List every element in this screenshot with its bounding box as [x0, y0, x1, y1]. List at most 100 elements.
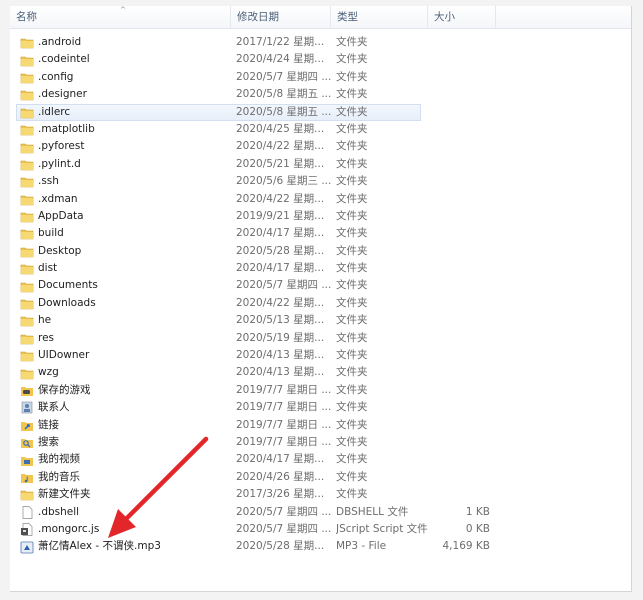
file-name: .ssh: [38, 175, 59, 188]
file-row[interactable]: .pylint.d 2020/5/21 星期... 文件夹: [10, 156, 631, 173]
file-name: Downloads: [38, 296, 96, 309]
file-name-cell[interactable]: 我的音乐: [20, 469, 230, 486]
file-row[interactable]: 我的音乐 2020/4/26 星期... 文件夹: [10, 469, 631, 486]
file-name-cell[interactable]: 联系人: [20, 399, 230, 416]
file-name-cell[interactable]: .ssh: [20, 173, 230, 190]
file-type: 文件夹: [336, 175, 368, 188]
file-type: MP3 - File: [336, 540, 387, 553]
file-name-cell[interactable]: .xdman: [20, 191, 230, 208]
file-row[interactable]: 新建文件夹 2017/3/26 星期... 文件夹: [10, 486, 631, 503]
file-name-cell[interactable]: Desktop: [20, 243, 230, 260]
folder-icon: [20, 193, 34, 206]
file-name-cell[interactable]: wzg: [20, 364, 230, 381]
file-date: 2020/4/13 星期...: [236, 366, 325, 379]
file-name: dist: [38, 262, 58, 275]
file-row[interactable]: UIDowner 2020/4/13 星期... 文件夹: [10, 347, 631, 364]
searches-icon: [20, 436, 34, 449]
column-header-type[interactable]: 类型: [331, 6, 428, 28]
column-header-date[interactable]: 修改日期: [231, 6, 331, 28]
file-row[interactable]: 我的视频 2020/4/17 星期... 文件夹: [10, 451, 631, 468]
file-name-cell[interactable]: .idlerc: [20, 104, 230, 121]
file-name-cell[interactable]: dist: [20, 260, 230, 277]
file-explorer-window: ^ 名称 修改日期 类型 大小 .android 2017/1/22 星期...…: [10, 6, 632, 592]
folder-icon: [20, 367, 34, 380]
folder-icon: [20, 349, 34, 362]
file-name: 联系人: [38, 401, 70, 414]
file-date: 2020/5/7 星期四 ...: [236, 522, 332, 535]
folder-icon: [20, 88, 34, 101]
column-header-name[interactable]: 名称: [10, 6, 231, 28]
file-row[interactable]: .codeintel 2020/4/24 星期... 文件夹: [10, 51, 631, 68]
file-row[interactable]: Documents 2020/5/7 星期四 ... 文件夹: [10, 277, 631, 294]
file-name-cell[interactable]: he: [20, 312, 230, 329]
file-name: res: [38, 331, 55, 344]
file-type: JScript Script 文件: [336, 522, 428, 535]
file-type: 文件夹: [336, 383, 368, 396]
file-name-cell[interactable]: .dbshell: [20, 504, 230, 521]
file-type: 文件夹: [336, 262, 368, 275]
file-row[interactable]: 链接 2019/7/7 星期日 ... 文件夹: [10, 417, 631, 434]
file-row[interactable]: 联系人 2019/7/7 星期日 ... 文件夹: [10, 399, 631, 416]
file-name: he: [38, 314, 52, 327]
file-name-cell[interactable]: res: [20, 330, 230, 347]
file-name-cell[interactable]: 新建文件夹: [20, 486, 230, 503]
file-name-cell[interactable]: 链接: [20, 417, 230, 434]
file-name-cell[interactable]: 我的视频: [20, 451, 230, 468]
file-row[interactable]: dist 2020/4/17 星期... 文件夹: [10, 260, 631, 277]
folder-icon: [20, 297, 34, 310]
file-row[interactable]: .designer 2020/5/8 星期五 ... 文件夹: [10, 86, 631, 103]
file-type: 文件夹: [336, 435, 368, 448]
file-row[interactable]: .config 2020/5/7 星期四 ... 文件夹: [10, 69, 631, 86]
file-name-cell[interactable]: .designer: [20, 86, 230, 103]
file-row[interactable]: 萧亿情Alex - 不谓侠.mp3 2020/5/28 星期... MP3 - …: [10, 538, 631, 555]
file-type: 文件夹: [336, 331, 368, 344]
file-row[interactable]: 搜索 2019/7/7 星期日 ... 文件夹: [10, 434, 631, 451]
file-name-cell[interactable]: UIDowner: [20, 347, 230, 364]
file-row[interactable]: res 2020/5/19 星期... 文件夹: [10, 330, 631, 347]
file-name-cell[interactable]: 保存的游戏: [20, 382, 230, 399]
folder-icon: [20, 158, 34, 171]
file-date: 2020/5/7 星期四 ...: [236, 279, 332, 292]
file-name: .mongorc.js: [38, 522, 100, 535]
file-name-cell[interactable]: 搜索: [20, 434, 230, 451]
file-row[interactable]: .android 2017/1/22 星期... 文件夹: [10, 34, 631, 51]
file-name-cell[interactable]: .android: [20, 34, 230, 51]
file-name-cell[interactable]: Downloads: [20, 295, 230, 312]
file-date: 2020/4/17 星期...: [236, 453, 325, 466]
file-type: 文件夹: [336, 418, 368, 431]
file-row[interactable]: .idlerc 2020/5/8 星期五 ... 文件夹: [16, 103, 421, 121]
file-name-cell[interactable]: AppData: [20, 208, 230, 225]
file-date: 2020/4/22 星期...: [236, 192, 325, 205]
file-row[interactable]: build 2020/4/17 星期... 文件夹: [10, 225, 631, 242]
folder-icon: [20, 71, 34, 84]
file-name-cell[interactable]: .pylint.d: [20, 156, 230, 173]
file-row[interactable]: 保存的游戏 2019/7/7 星期日 ... 文件夹: [10, 382, 631, 399]
file-row[interactable]: he 2020/5/13 星期... 文件夹: [10, 312, 631, 329]
file-row[interactable]: .xdman 2020/4/22 星期... 文件夹: [10, 191, 631, 208]
file-name-cell[interactable]: build: [20, 225, 230, 242]
file-row[interactable]: Desktop 2020/5/28 星期... 文件夹: [10, 243, 631, 260]
file-row[interactable]: .dbshell 2020/5/7 星期四 ... DBSHELL 文件 1 K…: [10, 504, 631, 521]
folder-icon: [20, 262, 34, 275]
file-name-cell[interactable]: .pyforest: [20, 138, 230, 155]
file-row[interactable]: .ssh 2020/5/6 星期三 ... 文件夹: [10, 173, 631, 190]
file-name-cell[interactable]: .mongorc.js: [20, 521, 230, 538]
file-name: Desktop: [38, 244, 82, 257]
folder-icon: [20, 227, 34, 240]
file-date: 2020/5/8 星期五 ...: [236, 105, 332, 118]
folder-icon: [20, 141, 34, 154]
file-name: AppData: [38, 209, 84, 222]
column-header-size[interactable]: 大小: [428, 6, 496, 28]
file-row[interactable]: Downloads 2020/4/22 星期... 文件夹: [10, 295, 631, 312]
file-name-cell[interactable]: .codeintel: [20, 51, 230, 68]
file-date: 2017/3/26 星期...: [236, 488, 325, 501]
file-row[interactable]: AppData 2019/9/21 星期... 文件夹: [10, 208, 631, 225]
file-row[interactable]: .matplotlib 2020/4/25 星期... 文件夹: [10, 121, 631, 138]
file-name-cell[interactable]: 萧亿情Alex - 不谓侠.mp3: [20, 538, 230, 555]
file-row[interactable]: .pyforest 2020/4/22 星期... 文件夹: [10, 138, 631, 155]
file-row[interactable]: wzg 2020/4/13 星期... 文件夹: [10, 364, 631, 381]
file-name-cell[interactable]: Documents: [20, 277, 230, 294]
file-row[interactable]: .mongorc.js 2020/5/7 星期四 ... JScript Scr…: [10, 521, 631, 538]
file-name-cell[interactable]: .matplotlib: [20, 121, 230, 138]
file-name-cell[interactable]: .config: [20, 69, 230, 86]
